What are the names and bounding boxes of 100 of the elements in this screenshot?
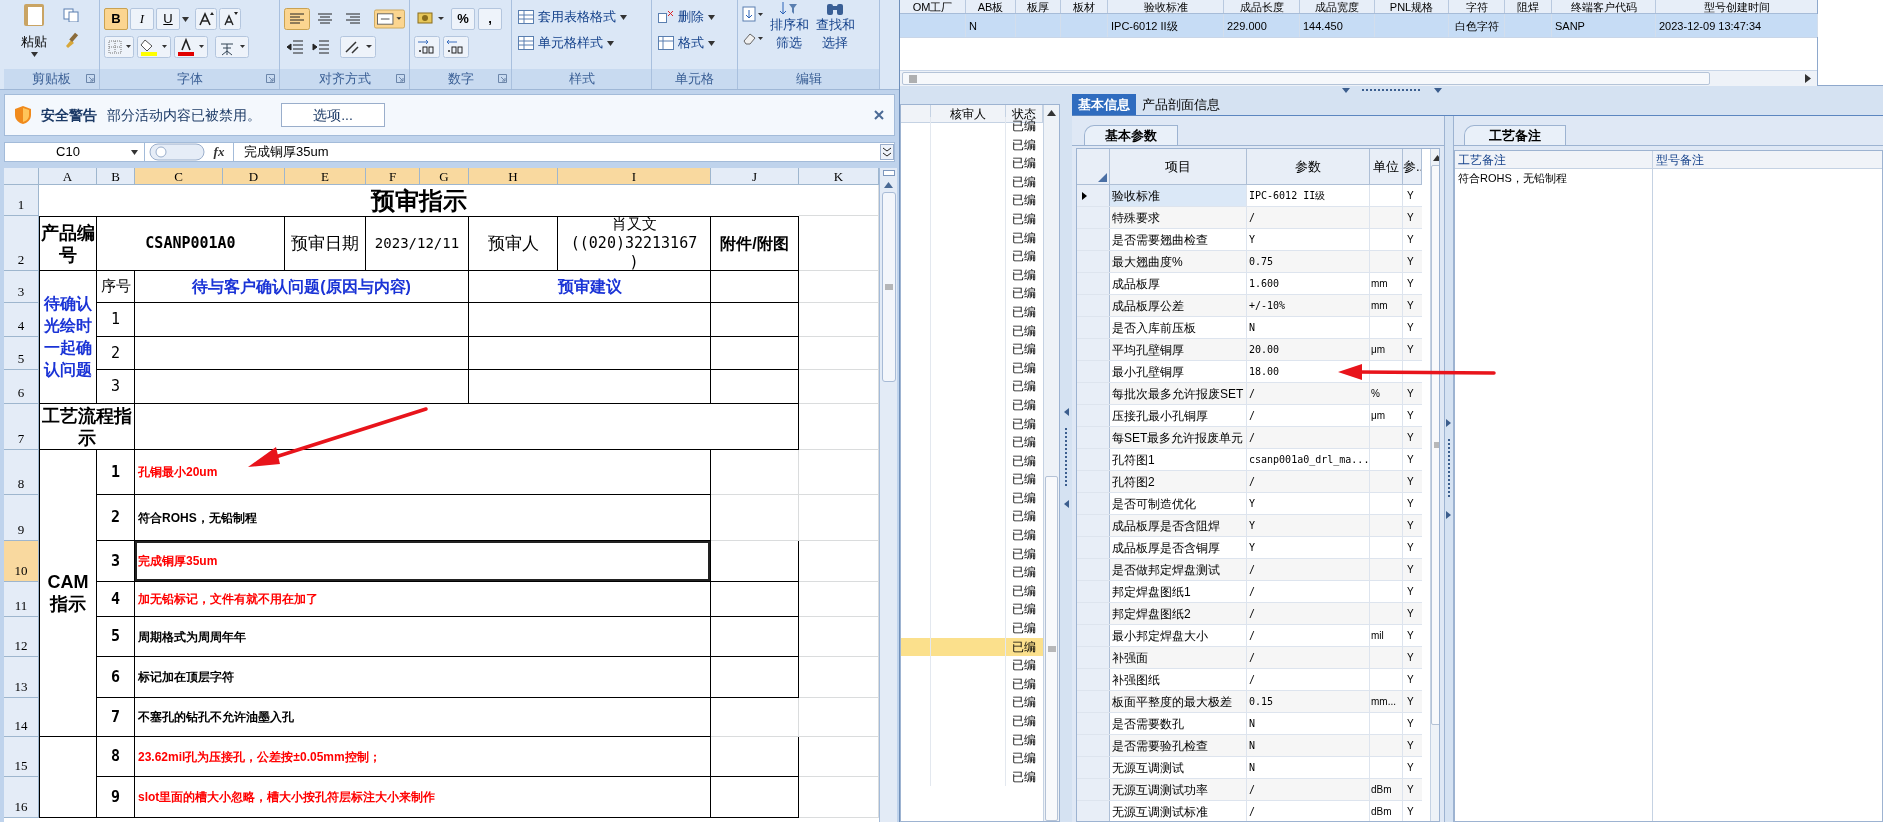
table-row[interactable]: 无源互调测试功率 / dBm Y [1077, 779, 1422, 801]
column-header[interactable]: 参数 [1247, 149, 1370, 184]
fill-down-icon[interactable] [742, 6, 764, 22]
list-row[interactable]: 已编 [901, 191, 1043, 210]
increase-decimal-icon[interactable] [414, 36, 440, 58]
list-row[interactable]: 已编 [901, 358, 1043, 378]
column-header[interactable]: D [223, 168, 285, 185]
list-row[interactable]: 已编 [901, 395, 1043, 415]
dialog-launcher-icon[interactable] [266, 74, 275, 83]
column-header[interactable]: 终端客户代码 [1552, 0, 1656, 13]
shrink-font-icon[interactable] [219, 8, 241, 30]
table-row[interactable]: 成品板厚是否含铜厚 Y Y [1077, 537, 1422, 559]
list-row[interactable]: 已编 [901, 637, 1043, 657]
row-selector[interactable] [1077, 185, 1110, 206]
column-header[interactable]: K [799, 168, 879, 185]
row-header[interactable]: 15 [4, 737, 39, 777]
select-all-button[interactable] [4, 168, 39, 185]
list-row[interactable]: 已编 [901, 154, 1043, 173]
row-header[interactable]: 4 [4, 303, 39, 337]
merge-cells-icon[interactable] [374, 8, 405, 30]
table-row[interactable]: 是否入库前压板 N Y [1077, 317, 1422, 339]
list-row[interactable]: 已编 [901, 377, 1043, 396]
row-header[interactable]: 10 [4, 541, 39, 582]
horizontal-scrollbar[interactable] [900, 70, 1817, 86]
list-row[interactable]: 已编 [901, 749, 1043, 768]
list-row[interactable]: 已编 [901, 730, 1043, 750]
column-header[interactable]: E [285, 168, 366, 185]
row-header[interactable]: 7 [4, 404, 39, 450]
table-row[interactable]: 孔符图2 / Y [1077, 471, 1422, 493]
list-row[interactable]: 已编 [901, 526, 1043, 545]
table-row[interactable]: 补强面 / Y [1077, 647, 1422, 669]
column-header[interactable]: 工艺备注 [1455, 151, 1652, 169]
edit-button[interactable]: 排序和筛选 [768, 2, 810, 52]
list-row[interactable]: 已编 [901, 581, 1043, 601]
format-button[interactable]: % [451, 8, 475, 30]
table-row[interactable]: 邦定焊盘图纸1 / Y [1077, 581, 1422, 603]
column-header[interactable]: G [420, 168, 469, 185]
paste-button[interactable]: 粘贴 [8, 4, 60, 57]
table-row[interactable]: 压接孔最小孔铜厚 / μm Y [1077, 405, 1422, 427]
vertical-scrollbar[interactable] [1043, 105, 1059, 821]
list-row[interactable]: 已编 [901, 600, 1043, 620]
table-row[interactable]: 特殊要求 / Y [1077, 207, 1422, 229]
table-row[interactable]: 最大翘曲度% 0.75 Y [1077, 251, 1422, 273]
column-header[interactable]: PNL规格 [1375, 0, 1449, 13]
cells-button[interactable]: 删除 [658, 6, 731, 28]
table-row[interactable]: 邦定焊盘图纸2 / Y [1077, 603, 1422, 625]
column-header[interactable]: B [97, 168, 135, 185]
scroll-right-icon[interactable] [1805, 74, 1811, 83]
grow-font-icon[interactable] [195, 8, 217, 30]
list-row[interactable]: 已编 [901, 228, 1043, 248]
row-header[interactable]: 8 [4, 450, 39, 495]
table-row[interactable]: 是否需要数孔 N Y [1077, 713, 1422, 735]
list-row[interactable]: 已编 [901, 433, 1043, 452]
dialog-launcher-icon[interactable] [86, 74, 95, 83]
list-row[interactable]: 已编 [901, 284, 1043, 303]
insert-function-button[interactable]: fx [205, 142, 233, 162]
list-row[interactable]: 已编 [901, 247, 1043, 266]
list-row[interactable]: 已编 [901, 712, 1043, 731]
style-button[interactable]: 单元格样式 [518, 32, 645, 54]
text-orientation-icon[interactable] [340, 36, 376, 58]
phonetic-icon[interactable] [215, 36, 249, 58]
list-row[interactable]: 已编 [901, 172, 1043, 192]
list-row[interactable]: 已编 [901, 265, 1043, 285]
decrease-decimal-icon[interactable] [443, 36, 469, 58]
column-header[interactable]: 型号备注 [1653, 151, 1882, 169]
scroll-up-icon[interactable] [1047, 110, 1056, 116]
row-header[interactable]: 5 [4, 337, 39, 370]
row-header[interactable]: 6 [4, 370, 39, 404]
list-row[interactable]: 已编 [901, 693, 1043, 712]
row-header[interactable]: 3 [4, 271, 39, 303]
expand-icon[interactable] [880, 144, 894, 160]
column-header[interactable]: 项目 [1110, 149, 1247, 184]
list-row[interactable]: 已编 [901, 656, 1043, 675]
list-row[interactable]: 已编 [901, 470, 1043, 489]
row-header[interactable]: 9 [4, 495, 39, 541]
close-icon[interactable] [874, 110, 884, 120]
row-header[interactable]: 12 [4, 617, 39, 657]
font-color-icon[interactable] [174, 36, 208, 58]
list-row[interactable]: 已编 [901, 563, 1043, 582]
table-row[interactable]: 板面平整度的最大极差 0.15 mm... Y [1077, 691, 1422, 713]
column-header[interactable]: 成品宽度 [1300, 0, 1375, 13]
align-left-icon[interactable] [284, 8, 310, 30]
table-row[interactable]: 是否需要翘曲检查 Y Y [1077, 229, 1422, 251]
vertical-scrollbar[interactable] [879, 168, 897, 822]
column-header[interactable]: AB板 [966, 0, 1016, 13]
table-row[interactable]: 成品板厚是否含阻焊 Y Y [1077, 515, 1422, 537]
tab[interactable]: 产品剖面信息 [1136, 94, 1226, 115]
table-row[interactable]: 平均孔壁铜厚 20.00 μm Y [1077, 339, 1422, 361]
split-box-icon[interactable] [882, 170, 895, 176]
list-row[interactable]: 已编 [901, 135, 1043, 155]
tab[interactable]: 工艺备注 [1464, 125, 1566, 145]
dialog-launcher-icon[interactable] [396, 74, 405, 83]
list-row[interactable]: 已编 [901, 209, 1043, 229]
cells-button[interactable]: 格式 [658, 32, 731, 54]
list-row[interactable]: 已编 [901, 674, 1043, 694]
list-row[interactable]: 已编 [901, 451, 1043, 471]
format-button[interactable]: I [130, 8, 154, 30]
name-box[interactable]: C10 [5, 143, 145, 161]
row-header[interactable]: 14 [4, 698, 39, 737]
list-row[interactable]: 已编 [901, 544, 1043, 564]
